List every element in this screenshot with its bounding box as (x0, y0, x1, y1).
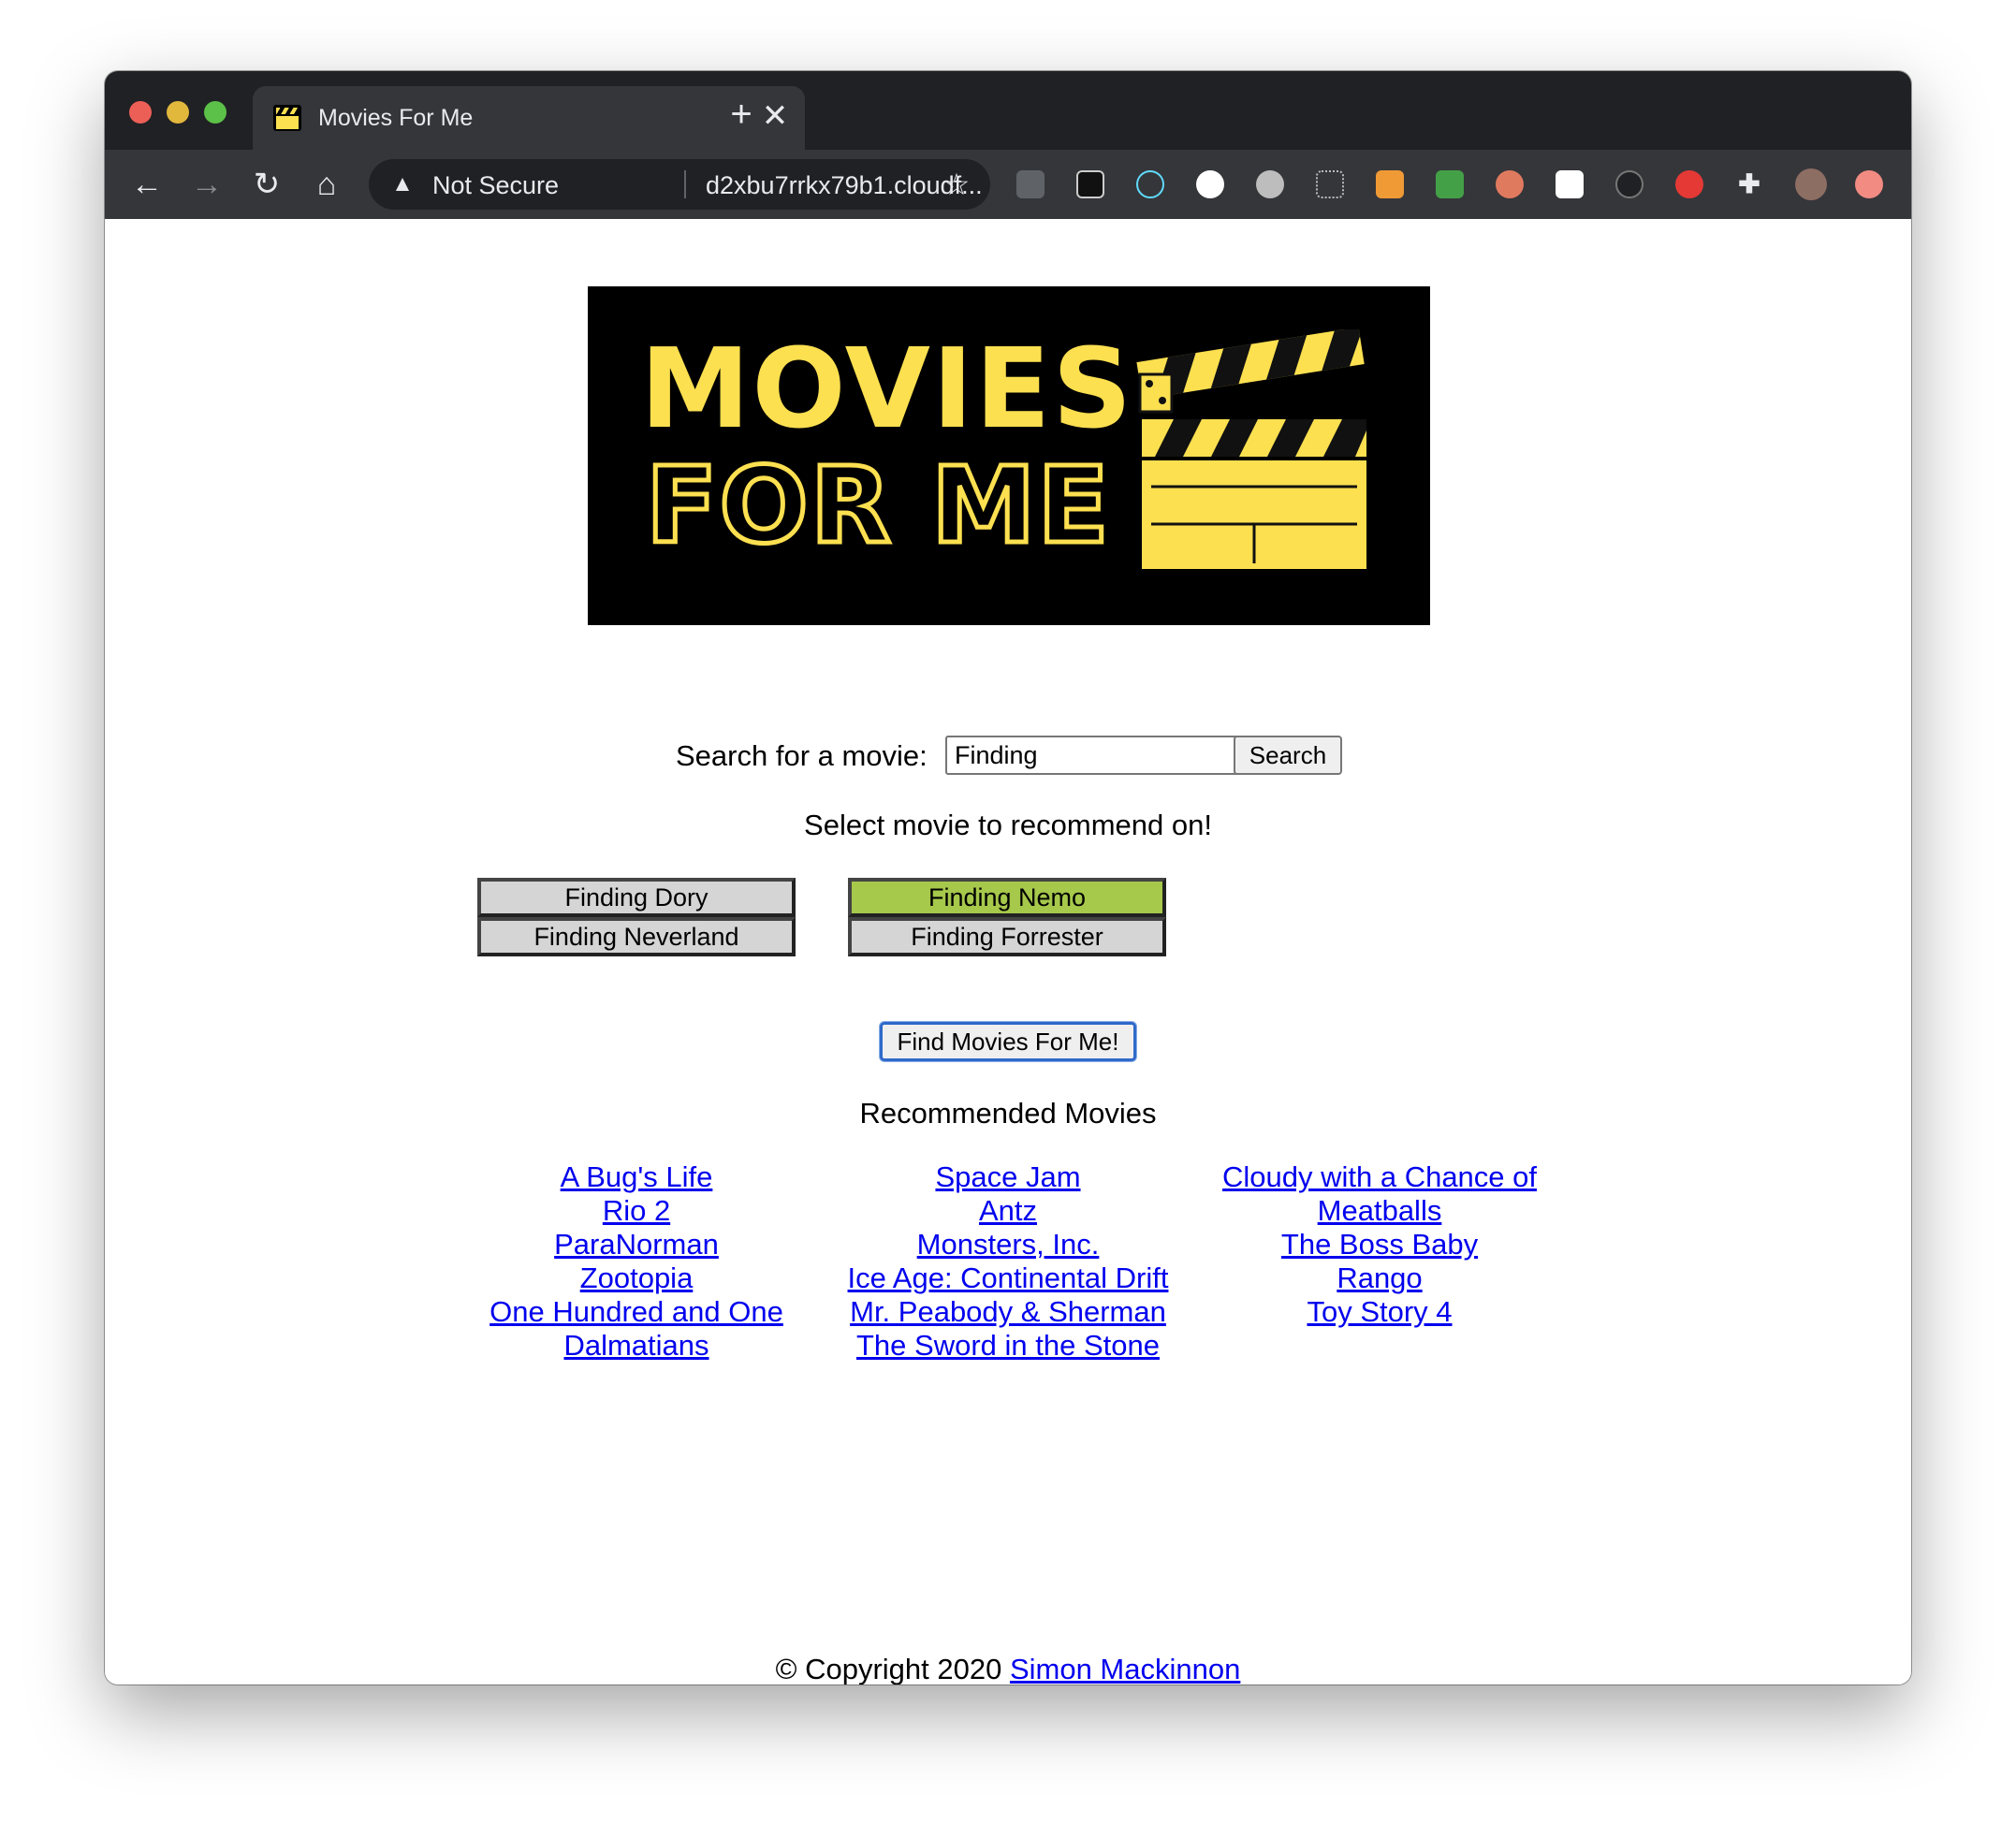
home-icon[interactable]: ⌂ (307, 165, 346, 204)
circle-extension-icon[interactable] (1256, 170, 1284, 198)
movies-for-me-logo: MOVIES FOR ME (588, 286, 1430, 625)
glasses-extension-icon[interactable] (1076, 170, 1104, 198)
recommended-movie-link[interactable]: Ice Age: Continental Drift (840, 1262, 1176, 1295)
author-link[interactable]: Simon Mackinnon (1010, 1653, 1240, 1684)
recommended-movie-link[interactable]: Rio 2 (468, 1194, 805, 1228)
search-label: Search for a movie: (676, 739, 928, 772)
recommended-movie-link[interactable]: One Hundred and One Dalmatians (477, 1295, 796, 1363)
extensions-puzzle-icon[interactable]: ✚ (1735, 170, 1763, 198)
eyedropper-extension-icon[interactable] (1316, 170, 1344, 198)
search-input[interactable] (945, 736, 1245, 775)
search-button[interactable]: Search (1234, 736, 1342, 775)
close-tab-icon[interactable]: ✕ (758, 99, 792, 133)
find-movies-button[interactable]: Find Movies For Me! (880, 1022, 1136, 1061)
browser-window: Movies For Me ✕ + ← → ↻ ⌂ ▲ Not Secure d… (105, 71, 1911, 1684)
clapperboard-icon (273, 105, 301, 131)
recommendations-column-2: Space Jam Antz Monsters, Inc. Ice Age: C… (840, 1160, 1176, 1363)
face-extension-icon[interactable] (1496, 170, 1524, 198)
json-viewer-icon[interactable] (1196, 170, 1224, 198)
recommended-movie-link[interactable]: The Sword in the Stone (840, 1329, 1176, 1363)
recommended-movie-link[interactable]: Toy Story 4 (1211, 1295, 1548, 1329)
recommended-movie-link[interactable]: Rango (1211, 1262, 1548, 1295)
address-divider (684, 170, 686, 198)
react-devtools-icon[interactable] (1136, 170, 1164, 198)
security-label[interactable]: Not Secure (432, 171, 559, 200)
profile-avatar[interactable] (1795, 168, 1827, 200)
update-icon[interactable] (1855, 170, 1883, 198)
copyright-text: © Copyright 2020 (775, 1653, 1002, 1684)
mask-extension-icon[interactable] (1556, 170, 1584, 198)
movie-option-finding-forrester[interactable]: Finding Forrester (848, 917, 1166, 956)
footer: © Copyright 2020 Simon Mackinnon (105, 1653, 1911, 1684)
css-extension-icon[interactable] (1016, 170, 1045, 198)
recommended-movie-link[interactable]: Antz (840, 1194, 1176, 1228)
recommended-movie-link[interactable]: A Bug's Life (468, 1160, 805, 1194)
recommended-movie-link[interactable]: Cloudy with a Chance of Meatballs (1211, 1160, 1548, 1228)
s-extension-icon[interactable] (1675, 170, 1703, 198)
movie-option-finding-neverland[interactable]: Finding Neverland (477, 917, 796, 956)
minimize-window-button[interactable] (167, 101, 189, 124)
recommended-movie-link[interactable]: Mr. Peabody & Sherman (840, 1295, 1176, 1329)
recommended-movie-link[interactable]: Monsters, Inc. (840, 1228, 1176, 1262)
close-window-button[interactable] (129, 101, 152, 124)
logo-line-1: MOVIES (640, 324, 1134, 453)
browser-toolbar: ← → ↻ ⌂ ▲ Not Secure d2xbu7rrkx79b1.clou… (105, 150, 1911, 219)
logo-line-2: FOR ME (644, 444, 1112, 570)
recommended-movie-link[interactable]: Zootopia (468, 1262, 805, 1295)
new-tab-button[interactable]: + (723, 95, 760, 133)
recommendations-column-3: Cloudy with a Chance of Meatballs The Bo… (1211, 1160, 1548, 1329)
clapperboard-icon (1136, 329, 1366, 569)
recommendations-column-1: A Bug's Life Rio 2 ParaNorman Zootopia O… (468, 1160, 805, 1363)
orange-extension-icon[interactable] (1376, 170, 1404, 198)
movie-option-finding-nemo[interactable]: Finding Nemo (848, 878, 1166, 917)
back-arrow-icon[interactable]: ← (127, 165, 167, 204)
page-content: MOVIES FOR ME Search for a movie: Findin… (105, 219, 1911, 1684)
tab-title: Movies For Me (318, 105, 474, 131)
cors-extension-icon[interactable] (1436, 170, 1464, 198)
search-row: Search for a movie: Search (105, 734, 1911, 775)
warning-triangle-icon[interactable]: ▲ (389, 171, 416, 197)
recommended-movie-link[interactable]: Space Jam (840, 1160, 1176, 1194)
address-bar[interactable]: ▲ Not Secure d2xbu7rrkx79b1.cloudf... ☆ (369, 159, 990, 210)
zoom-window-button[interactable] (204, 101, 226, 124)
reload-icon[interactable]: ↻ (247, 165, 286, 204)
bookmark-star-icon[interactable]: ☆ (940, 168, 973, 201)
recommended-movie-link[interactable]: ParaNorman (468, 1228, 805, 1262)
select-movie-heading: Select movie to recommend on! (804, 809, 1212, 841)
recommended-movies-heading: Recommended Movies (859, 1097, 1157, 1130)
tab-strip: Movies For Me ✕ + (105, 71, 1911, 150)
forward-arrow-icon[interactable]: → (187, 165, 226, 204)
recommended-movie-link[interactable]: The Boss Baby (1211, 1228, 1548, 1262)
movie-option-finding-dory[interactable]: Finding Dory (477, 878, 796, 917)
pen-extension-icon[interactable] (1615, 170, 1643, 198)
